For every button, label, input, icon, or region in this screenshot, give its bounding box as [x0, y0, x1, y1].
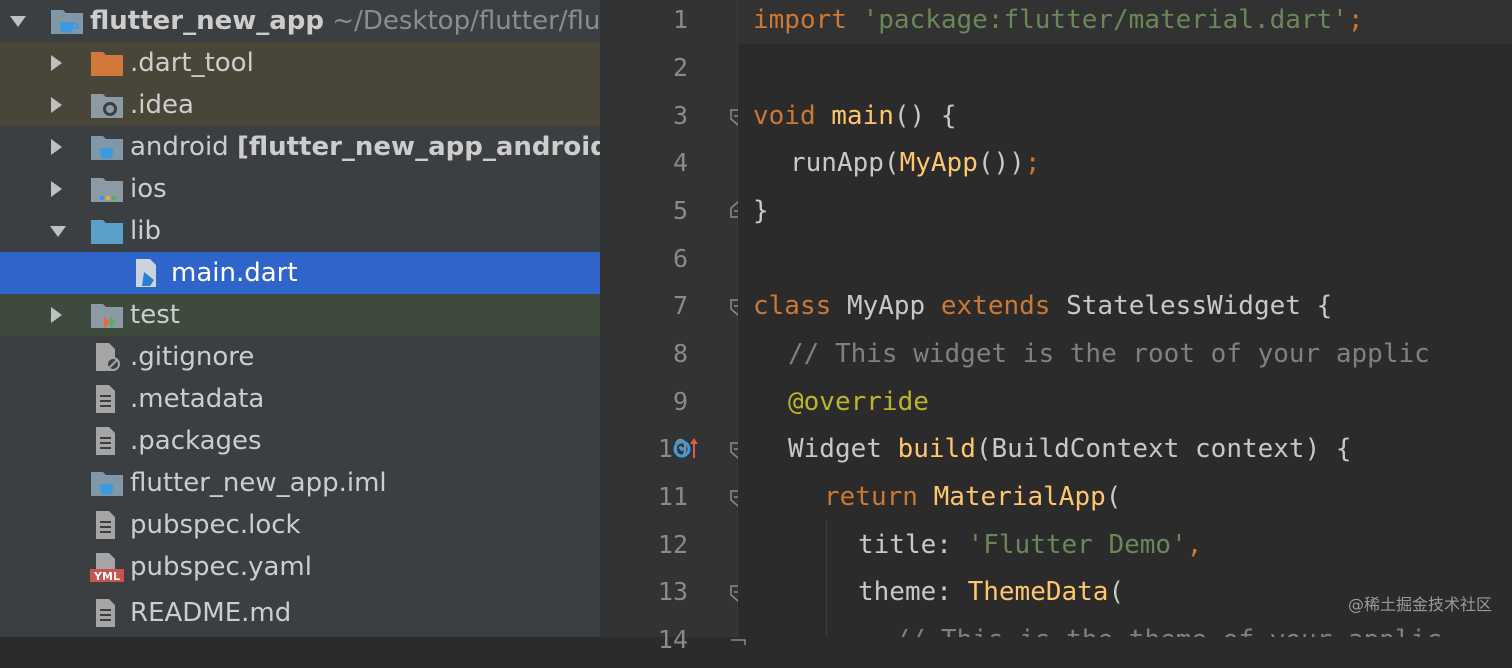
chevron-down-icon[interactable]	[46, 210, 70, 252]
tree-item-label: pubspec.lock	[130, 510, 301, 540]
line-number: 1	[672, 5, 688, 34]
chevron-right-icon[interactable]	[44, 168, 68, 210]
code-line-4: runApp(MyApp());	[790, 148, 1041, 178]
tree-item-label: main.dart	[171, 258, 298, 288]
line-number: 13	[657, 577, 688, 606]
line-number: 5	[672, 196, 688, 225]
tree-item-pubspec-lock[interactable]: pubspec.lock	[0, 504, 600, 546]
tree-item-label: .packages	[130, 426, 262, 456]
code-line-5: }	[753, 196, 769, 226]
project-path: ~/Desktop/flutter/flutte	[332, 6, 600, 36]
code-line-1: import 'package:flutter/material.dart';	[753, 5, 1364, 35]
tree-item-label: ios	[130, 174, 167, 204]
yaml-file-icon: YML	[90, 552, 124, 583]
text-file-icon	[92, 510, 126, 540]
chevron-right-icon[interactable]	[44, 84, 68, 126]
watermark: @稀土掘金技术社区	[1347, 595, 1492, 614]
text-file-icon	[92, 384, 126, 414]
line-number: 12	[657, 530, 688, 559]
tree-item-packages[interactable]: .packages	[0, 420, 600, 462]
dart-file-icon	[132, 258, 166, 288]
module-folder-icon	[50, 6, 84, 36]
tree-item-label: lib	[130, 216, 161, 246]
code-line-7: class MyApp extends StatelessWidget {	[753, 291, 1333, 321]
excluded-folder-icon	[90, 48, 124, 78]
tree-item-label: .dart_tool	[130, 48, 254, 78]
module-folder-icon	[90, 132, 124, 162]
tree-item-iml[interactable]: flutter_new_app.iml	[0, 462, 600, 504]
tree-item-label: flutter_new_app.iml	[130, 468, 387, 498]
tree-item-label: .metadata	[130, 384, 265, 414]
code-line-11: return MaterialApp(	[824, 482, 1122, 512]
tree-item-ios[interactable]: ios	[0, 168, 600, 210]
line-number: 4	[672, 148, 688, 177]
line-number: 8	[672, 339, 688, 368]
tree-item-metadata[interactable]: .metadata	[0, 378, 600, 420]
chevron-down-icon[interactable]	[6, 0, 30, 42]
tree-item-dart-tool[interactable]: .dart_tool	[0, 42, 600, 84]
code-line-13: theme: ThemeData(	[858, 577, 1125, 607]
settings-folder-icon	[90, 90, 124, 120]
tree-item-readme[interactable]: README.md	[0, 592, 600, 634]
text-file-icon	[92, 426, 126, 456]
test-folder-icon	[90, 300, 124, 330]
code-editor[interactable]: import 'package:flutter/material.dart'; …	[738, 0, 1512, 637]
tree-item-gitignore[interactable]: .gitignore	[0, 336, 600, 378]
line-number: 7	[672, 291, 688, 320]
tree-item-label: .idea	[130, 90, 194, 120]
tree-item-main-dart[interactable]: main.dart	[0, 252, 600, 294]
tree-item-android[interactable]: android [flutter_new_app_android]	[0, 126, 600, 168]
tree-item-label: android	[130, 132, 229, 162]
line-number: 2	[672, 53, 688, 82]
source-folder-icon	[90, 216, 124, 246]
chevron-right-icon[interactable]	[44, 126, 68, 168]
markdown-file-icon	[92, 598, 126, 628]
module-file-icon	[90, 468, 124, 498]
tree-item-pubspec-yaml[interactable]: YML pubspec.yaml	[0, 546, 600, 588]
tree-item-label: README.md	[130, 598, 292, 628]
ignore-file-icon	[92, 342, 126, 372]
line-number: 14	[657, 625, 688, 654]
line-number: 6	[672, 244, 688, 273]
tree-item-root[interactable]: flutter_new_app ~/Desktop/flutter/flutte	[0, 0, 600, 42]
code-line-10: Widget build(BuildContext context) {	[788, 434, 1352, 464]
tree-item-label: test	[130, 300, 180, 330]
chevron-right-icon[interactable]	[44, 294, 68, 336]
tree-item-label: .gitignore	[130, 342, 255, 372]
project-tree-panel: flutter_new_app ~/Desktop/flutter/flutte…	[0, 0, 600, 637]
tree-item-lib[interactable]: lib	[0, 210, 600, 252]
override-method-icon[interactable]	[672, 436, 700, 460]
folder-icon	[90, 174, 124, 204]
tree-item-label: pubspec.yaml	[130, 552, 312, 582]
tree-item-idea[interactable]: .idea	[0, 84, 600, 126]
project-name: flutter_new_app	[90, 6, 325, 36]
line-number: 11	[657, 482, 688, 511]
line-number: 9	[672, 387, 688, 416]
code-line-9: @override	[788, 387, 929, 417]
tree-item-test[interactable]: test	[0, 294, 600, 336]
module-name-suffix: [flutter_new_app_android]	[236, 132, 600, 162]
code-line-8: // This widget is the root of your appli…	[788, 339, 1430, 369]
code-line-12: title: 'Flutter Demo',	[858, 530, 1203, 560]
line-number: 3	[672, 101, 688, 130]
yaml-badge-text: YML	[93, 570, 120, 582]
chevron-right-icon[interactable]	[44, 42, 68, 84]
code-line-14: // This is the theme of your applic	[894, 620, 1442, 637]
code-line-3: void main() {	[753, 101, 957, 131]
